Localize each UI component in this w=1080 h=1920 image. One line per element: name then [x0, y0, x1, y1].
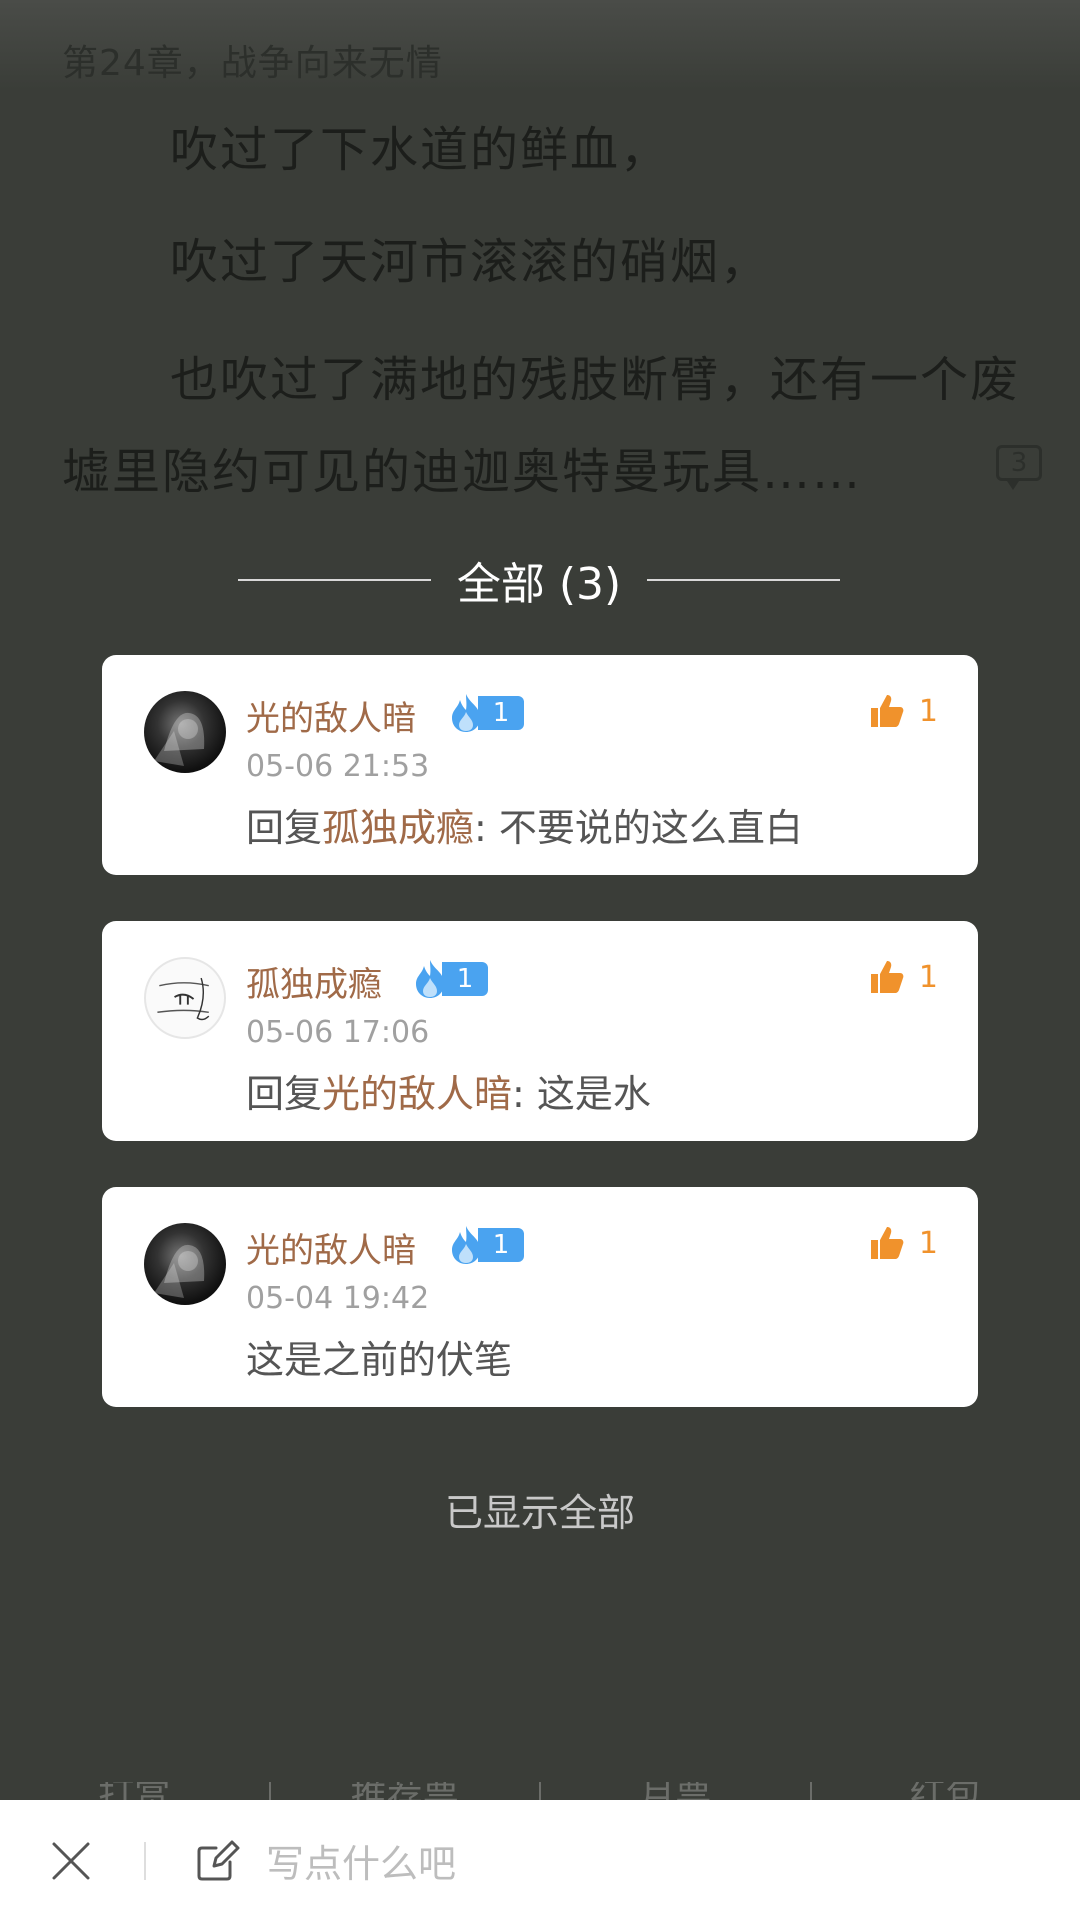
- close-button[interactable]: [46, 1836, 96, 1886]
- comment-card[interactable]: 光的敌人暗 1 05-06 21:53 回复孤独成瘾: 不要说的这么直白 1: [102, 655, 978, 875]
- avatar[interactable]: [144, 957, 226, 1039]
- comment-time: 05-04 19:42: [246, 1281, 430, 1316]
- paragraph-text: 也吹过了满地的残肢断臂，还有一个废墟里隐约可见的迪迦奥特曼玩具……: [62, 352, 1021, 500]
- comment-text: 回复光的敌人暗: 这是水: [246, 1063, 651, 1118]
- paragraph: 也吹过了满地的残肢断臂，还有一个废墟里隐约可见的迪迦奥特曼玩具……: [62, 334, 1032, 518]
- comment-body: : 这是水: [512, 1072, 651, 1116]
- comment-input[interactable]: 写点什么吧: [194, 1830, 456, 1890]
- paragraph: 吹过了天河市滚滚的硝烟，: [62, 216, 1032, 308]
- paragraph-text: 吹过了下水道的鲜血，: [170, 122, 671, 178]
- level-number: 1: [478, 696, 524, 730]
- tab-tip: 打赏: [0, 1782, 269, 1800]
- comment-card[interactable]: 孤独成瘾 1 05-06 17:06 回复光的敌人暗: 这是水 1: [102, 921, 978, 1141]
- username[interactable]: 光的敌人暗: [246, 1223, 416, 1272]
- avatar[interactable]: [144, 1223, 226, 1305]
- bottom-bar: 写点什么吧: [0, 1800, 1080, 1920]
- like-button[interactable]: 1: [867, 1223, 938, 1263]
- edit-icon: [197, 1840, 240, 1881]
- level-badge: 1: [408, 959, 488, 999]
- reply-mention[interactable]: 光的敌人暗: [322, 1072, 512, 1116]
- username[interactable]: 孤独成瘾: [246, 957, 382, 1006]
- background-tab-bar: 打赏 推荐票 月票 红包: [0, 1782, 1080, 1800]
- comment-body: 这是之前的伏笔: [246, 1338, 513, 1382]
- reply-prefix: 回复: [246, 806, 323, 850]
- divider-line: [238, 579, 431, 581]
- thumbs-up-icon: [870, 695, 904, 727]
- comments-header: 全部 (3): [238, 550, 840, 610]
- like-count: 1: [918, 1225, 938, 1261]
- comment-time: 05-06 17:06: [246, 1015, 430, 1050]
- comment-time: 05-06 21:53: [246, 749, 430, 784]
- tab-recommend: 推荐票: [271, 1782, 540, 1800]
- chapter-title: 第24章，战争向来无情: [62, 43, 443, 84]
- comments-header-label: 全部 (3): [456, 559, 622, 610]
- avatar[interactable]: [144, 691, 226, 773]
- thumbs-up-icon: [870, 961, 904, 993]
- thumbs-up-icon: [870, 1227, 904, 1259]
- like-button[interactable]: 1: [867, 957, 938, 997]
- level-number: 1: [442, 962, 488, 996]
- close-icon: [52, 1842, 90, 1880]
- username[interactable]: 光的敌人暗: [246, 691, 416, 740]
- level-number: 1: [478, 1228, 524, 1262]
- divider-line: [647, 579, 840, 581]
- bar-divider: [144, 1842, 146, 1880]
- paragraph-text: 吹过了天河市滚滚的硝烟，: [170, 234, 771, 290]
- comment-body: : 不要说的这么直白: [474, 806, 803, 850]
- level-badge: 1: [444, 693, 524, 733]
- level-badge: 1: [444, 1225, 524, 1265]
- reply-mention[interactable]: 孤独成瘾: [322, 806, 474, 850]
- reply-prefix: 回复: [246, 1072, 323, 1116]
- like-button[interactable]: 1: [867, 691, 938, 731]
- tab-monthly: 月票: [541, 1782, 810, 1800]
- like-count: 1: [918, 693, 938, 729]
- paragraph-comment-count-icon[interactable]: 3: [996, 445, 1042, 490]
- paragraph: 吹过了下水道的鲜血，: [62, 104, 1032, 196]
- like-count: 1: [918, 959, 938, 995]
- all-shown-label: 已显示全部: [444, 1491, 635, 1535]
- comment-placeholder: 写点什么吧: [266, 1841, 457, 1886]
- tab-redpacket: 红包: [812, 1782, 1080, 1800]
- comment-text: 回复孤独成瘾: 不要说的这么直白: [246, 797, 803, 852]
- comment-card[interactable]: 光的敌人暗 1 05-04 19:42 这是之前的伏笔 1: [102, 1187, 978, 1407]
- comment-text: 这是之前的伏笔: [246, 1329, 512, 1384]
